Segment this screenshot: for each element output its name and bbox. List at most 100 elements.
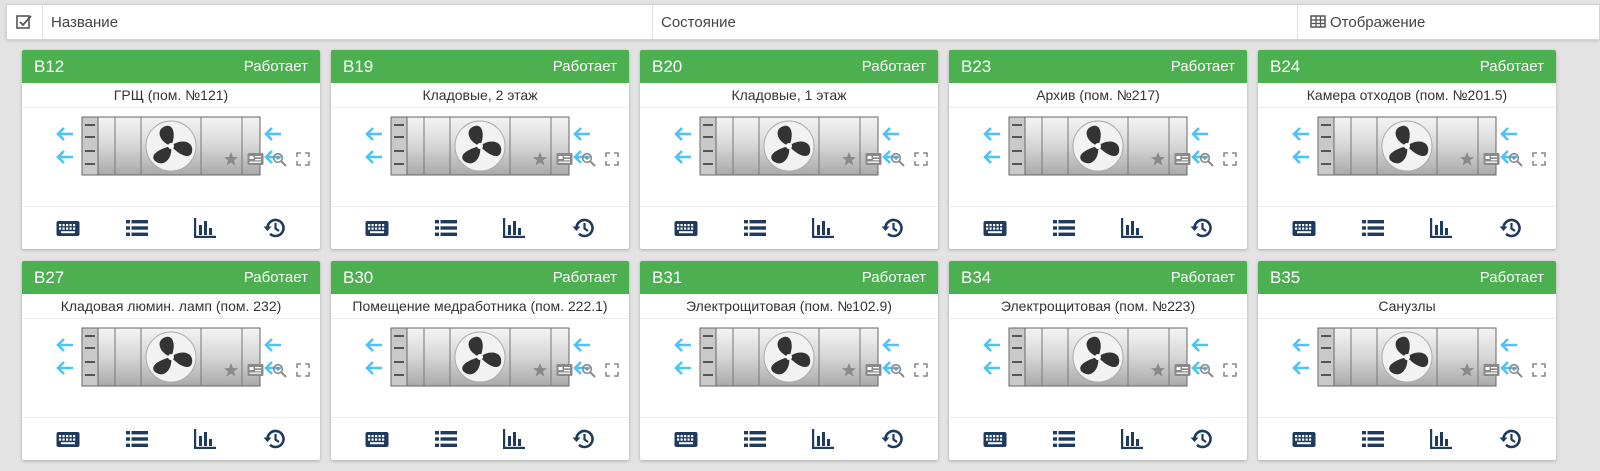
charts-button[interactable] [500,214,528,242]
favorite-button[interactable] [531,150,549,168]
zoom-button[interactable] [1197,361,1215,379]
card-info-button[interactable] [1482,361,1500,379]
card-info-button[interactable] [246,361,264,379]
expand-button[interactable] [603,361,621,379]
card-info-button[interactable] [1173,150,1191,168]
history-button[interactable] [569,214,597,242]
expand-button[interactable] [1221,150,1239,168]
zoom-button[interactable] [270,361,288,379]
expand-button[interactable] [1530,150,1548,168]
charts-button[interactable] [1427,214,1455,242]
parameters-list-button[interactable] [123,214,151,242]
zoom-button[interactable] [1197,150,1215,168]
favorite-button[interactable] [1458,361,1476,379]
favorite-button[interactable] [840,150,858,168]
parameters-list-button[interactable] [432,214,460,242]
control-panel-button[interactable] [981,214,1009,242]
control-panel-button[interactable] [1290,425,1318,453]
card-title: Санузлы [1258,294,1556,319]
select-all-button[interactable] [7,5,43,39]
parameters-list-button[interactable] [1359,214,1387,242]
unit-card-В27[interactable]: В27 Работает Кладовая люмин. ламп (пом. … [22,261,320,460]
favorite-button[interactable] [222,361,240,379]
charts-button[interactable] [500,425,528,453]
card-info-button[interactable] [555,361,573,379]
parameters-list-button[interactable] [432,425,460,453]
zoom-button[interactable] [270,150,288,168]
parameters-list-button[interactable] [1359,425,1387,453]
card-info-button[interactable] [864,150,882,168]
charts-button[interactable] [191,214,219,242]
display-mode-button[interactable]: Отображение [1298,5,1599,39]
expand-button[interactable] [294,361,312,379]
history-button[interactable] [1496,425,1524,453]
history-button[interactable] [260,214,288,242]
history-button[interactable] [878,214,906,242]
unit-card-В20[interactable]: В20 Работает Кладовые, 1 этаж [640,50,938,249]
star-icon [1460,152,1474,166]
history-button[interactable] [260,425,288,453]
favorite-button[interactable] [531,361,549,379]
zoom-button[interactable] [888,361,906,379]
history-button[interactable] [878,425,906,453]
zoom-button[interactable] [1506,150,1524,168]
expand-button[interactable] [912,150,930,168]
zoom-button[interactable] [579,361,597,379]
zoom-button[interactable] [579,150,597,168]
card-info-button[interactable] [864,361,882,379]
control-panel-button[interactable] [672,425,700,453]
expand-button[interactable] [1221,361,1239,379]
expand-button[interactable] [603,150,621,168]
unit-card-В24[interactable]: В24 Работает Камера отходов (пом. №201.5… [1258,50,1556,249]
parameters-list-button[interactable] [123,425,151,453]
column-header-state[interactable]: Состояние [653,5,1298,39]
unit-card-В12[interactable]: В12 Работает ГРЩ (пом. №121) [22,50,320,249]
control-panel-button[interactable] [363,425,391,453]
unit-card-В31[interactable]: В31 Работает Электрощитовая (пом. №102.9… [640,261,938,460]
control-panel-button[interactable] [672,214,700,242]
history-button[interactable] [1187,214,1215,242]
charts-button[interactable] [1118,425,1146,453]
control-panel-button[interactable] [981,425,1009,453]
control-panel-button[interactable] [54,214,82,242]
control-panel-button[interactable] [54,425,82,453]
card-toolbar [1149,361,1239,379]
unit-card-В34[interactable]: В34 Работает Электрощитовая (пом. №223) [949,261,1247,460]
card-info-button[interactable] [1482,150,1500,168]
control-panel-button[interactable] [363,214,391,242]
keyboard-icon [983,431,1007,447]
charts-button[interactable] [809,425,837,453]
parameters-list-button[interactable] [1050,425,1078,453]
expand-button[interactable] [1530,361,1548,379]
history-button[interactable] [569,425,597,453]
parameters-list-button[interactable] [741,425,769,453]
card-info-button[interactable] [555,150,573,168]
unit-card-В23[interactable]: В23 Работает Архив (пом. №217) [949,50,1247,249]
unit-card-В35[interactable]: В35 Работает Санузлы [1258,261,1556,460]
column-header-name[interactable]: Название [43,5,653,39]
charts-button[interactable] [191,425,219,453]
expand-button[interactable] [294,150,312,168]
expand-icon [1223,363,1237,377]
history-button[interactable] [1187,425,1215,453]
charts-button[interactable] [1427,425,1455,453]
favorite-button[interactable] [840,361,858,379]
charts-button[interactable] [809,214,837,242]
card-info-button[interactable] [246,150,264,168]
favorite-button[interactable] [1458,150,1476,168]
card-info-button[interactable] [1173,361,1191,379]
favorite-button[interactable] [1149,361,1167,379]
unit-card-В30[interactable]: В30 Работает Помещение медработника (пом… [331,261,629,460]
favorite-button[interactable] [222,150,240,168]
charts-button[interactable] [1118,214,1146,242]
expand-button[interactable] [912,361,930,379]
parameters-list-button[interactable] [1050,214,1078,242]
history-button[interactable] [1496,214,1524,242]
parameters-list-button[interactable] [741,214,769,242]
zoom-button[interactable] [888,150,906,168]
zoom-button[interactable] [1506,361,1524,379]
card-icon [247,364,263,376]
control-panel-button[interactable] [1290,214,1318,242]
unit-card-В19[interactable]: В19 Работает Кладовые, 2 этаж [331,50,629,249]
favorite-button[interactable] [1149,150,1167,168]
